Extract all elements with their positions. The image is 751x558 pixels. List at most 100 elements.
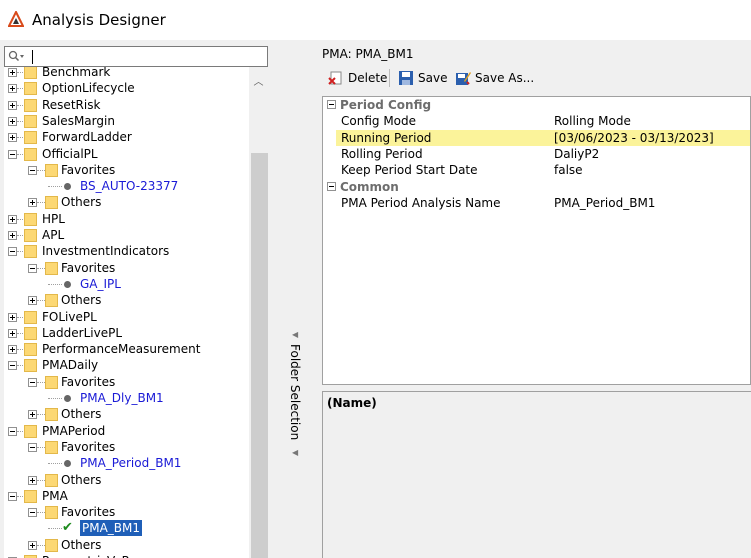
tree-connector: [48, 528, 62, 530]
tree-folder[interactable]: InvestmentIndicators: [4, 243, 249, 259]
folder-icon: [24, 343, 37, 357]
collapse-icon[interactable]: [8, 247, 17, 257]
expand-icon[interactable]: [8, 231, 17, 240]
tree-label: PMA: [42, 488, 68, 503]
description-pane: (Name): [322, 391, 751, 558]
tree-folder[interactable]: HPL: [4, 211, 249, 227]
tree-folder[interactable]: Others: [4, 406, 249, 422]
expand-icon[interactable]: [28, 540, 37, 550]
expand-icon[interactable]: [8, 312, 17, 322]
tree-folder[interactable]: ForwardLadder: [4, 129, 249, 145]
scroll-up-icon[interactable]: ︿: [253, 73, 264, 88]
expand-icon[interactable]: [8, 84, 17, 94]
tree-folder[interactable]: ParametricVaR: [4, 553, 249, 558]
property-row[interactable]: Keep Period Start Date false: [336, 162, 750, 178]
property-category[interactable]: Common: [323, 179, 750, 195]
collapse-icon[interactable]: [8, 426, 17, 436]
tree-folder[interactable]: SalesMargin: [4, 113, 249, 129]
tree-folder[interactable]: Favorites: [4, 260, 249, 276]
expand-icon[interactable]: [28, 410, 37, 420]
tree-folder[interactable]: Favorites: [4, 439, 249, 455]
toolbar-separator: [389, 69, 390, 87]
tree-folder[interactable]: FOLivePL: [4, 309, 249, 325]
tree-label: PerformanceMeasurement: [42, 342, 201, 357]
tree-label: Favorites: [61, 505, 116, 520]
tree-label: Others: [61, 472, 102, 487]
tree-item[interactable]: PMA_Period_BM1: [4, 455, 249, 471]
tree-folder[interactable]: PMADaily: [4, 357, 249, 373]
tree-item[interactable]: GA_IPL: [4, 276, 249, 292]
property-row[interactable]: Running Period [03/06/2023 - 03/13/2023]: [336, 129, 750, 146]
expand-icon[interactable]: [8, 328, 17, 338]
property-value[interactable]: [03/06/2023 - 03/13/2023]: [554, 130, 714, 146]
tree-folder[interactable]: Favorites: [4, 374, 249, 390]
expand-icon[interactable]: [8, 214, 17, 224]
collapse-icon[interactable]: [327, 181, 336, 191]
tree-folder[interactable]: Others: [4, 472, 249, 488]
tree-label: SalesMargin: [42, 113, 115, 128]
expand-icon[interactable]: [28, 198, 37, 208]
save-as-button[interactable]: Save As...: [455, 69, 534, 87]
folder-icon: [24, 98, 37, 112]
collapse-icon[interactable]: [28, 165, 37, 175]
tree-folder[interactable]: PMA: [4, 488, 249, 504]
property-value[interactable]: false: [554, 162, 583, 178]
tree-folder[interactable]: Others: [4, 292, 249, 308]
expand-icon[interactable]: [8, 116, 17, 126]
tree-folder[interactable]: Others: [4, 537, 249, 553]
tree-label: Favorites: [61, 374, 116, 389]
expand-icon[interactable]: [8, 68, 17, 77]
expand-icon[interactable]: [8, 133, 17, 143]
tree-connector: [48, 398, 62, 400]
tree-label: PMA_Dly_BM1: [80, 391, 164, 405]
delete-button[interactable]: Delete: [328, 69, 387, 87]
tree-folder[interactable]: ResetRisk: [4, 97, 249, 113]
folder-selection-toggle[interactable]: ◀ Folder Selection ◀: [284, 330, 304, 460]
collapse-icon[interactable]: [327, 100, 336, 109]
collapse-icon[interactable]: [28, 442, 37, 452]
expand-icon[interactable]: [8, 345, 17, 355]
item-bullet-icon: [64, 395, 71, 402]
tree-folder[interactable]: PMAPeriod: [4, 423, 249, 439]
tree-folder[interactable]: Favorites: [4, 162, 249, 178]
collapse-icon[interactable]: [28, 508, 37, 518]
folder-icon: [24, 229, 37, 242]
detail-panel: PMA: PMA_BM1 Delete Save Save As... Peri…: [316, 40, 751, 558]
tree-folder[interactable]: OfficialPL: [4, 146, 249, 162]
tree-folder[interactable]: Favorites: [4, 504, 249, 520]
property-value[interactable]: DaliyP2: [554, 146, 599, 162]
property-name: Keep Period Start Date: [341, 163, 478, 178]
collapse-icon[interactable]: [8, 491, 17, 501]
property-row[interactable]: Rolling Period DaliyP2: [336, 146, 750, 162]
tree-folder[interactable]: OptionLifecycle: [4, 80, 249, 96]
tree-folder[interactable]: APL: [4, 227, 249, 243]
scroll-thumb[interactable]: [251, 153, 268, 558]
tree-item[interactable]: BS_AUTO-23377: [4, 178, 249, 194]
tree-item[interactable]: PMA_Dly_BM1: [4, 390, 249, 406]
tree-item[interactable]: ✔ PMA_BM1: [4, 520, 249, 537]
search-input[interactable]: [4, 46, 268, 67]
property-category[interactable]: Period Config: [323, 97, 750, 113]
collapse-icon[interactable]: [8, 149, 17, 159]
tree-folder[interactable]: Benchmark: [4, 67, 249, 80]
collapse-icon[interactable]: [28, 263, 37, 273]
tree-folder[interactable]: LadderLivePL: [4, 325, 249, 341]
property-value[interactable]: Rolling Mode: [554, 113, 631, 129]
tree-label: HPL: [42, 211, 65, 226]
property-value[interactable]: PMA_Period_BM1: [554, 195, 655, 211]
property-row[interactable]: Config Mode Rolling Mode: [336, 113, 750, 129]
collapse-icon[interactable]: [28, 377, 37, 387]
app-title: Analysis Designer: [32, 11, 166, 29]
save-button[interactable]: Save: [398, 69, 447, 87]
category-label: Common: [340, 179, 399, 194]
expand-icon[interactable]: [28, 475, 37, 485]
tree-scrollbar[interactable]: ︿: [249, 67, 268, 558]
property-row[interactable]: PMA Period Analysis Name PMA_Period_BM1: [336, 195, 750, 211]
expand-icon[interactable]: [28, 296, 37, 306]
collapse-icon[interactable]: [8, 361, 17, 371]
tree-folder[interactable]: PerformanceMeasurement: [4, 341, 249, 357]
folder-icon: [45, 473, 58, 487]
expand-icon[interactable]: [8, 100, 17, 110]
tree-folder[interactable]: Others: [4, 194, 249, 210]
description-title: (Name): [327, 396, 377, 410]
